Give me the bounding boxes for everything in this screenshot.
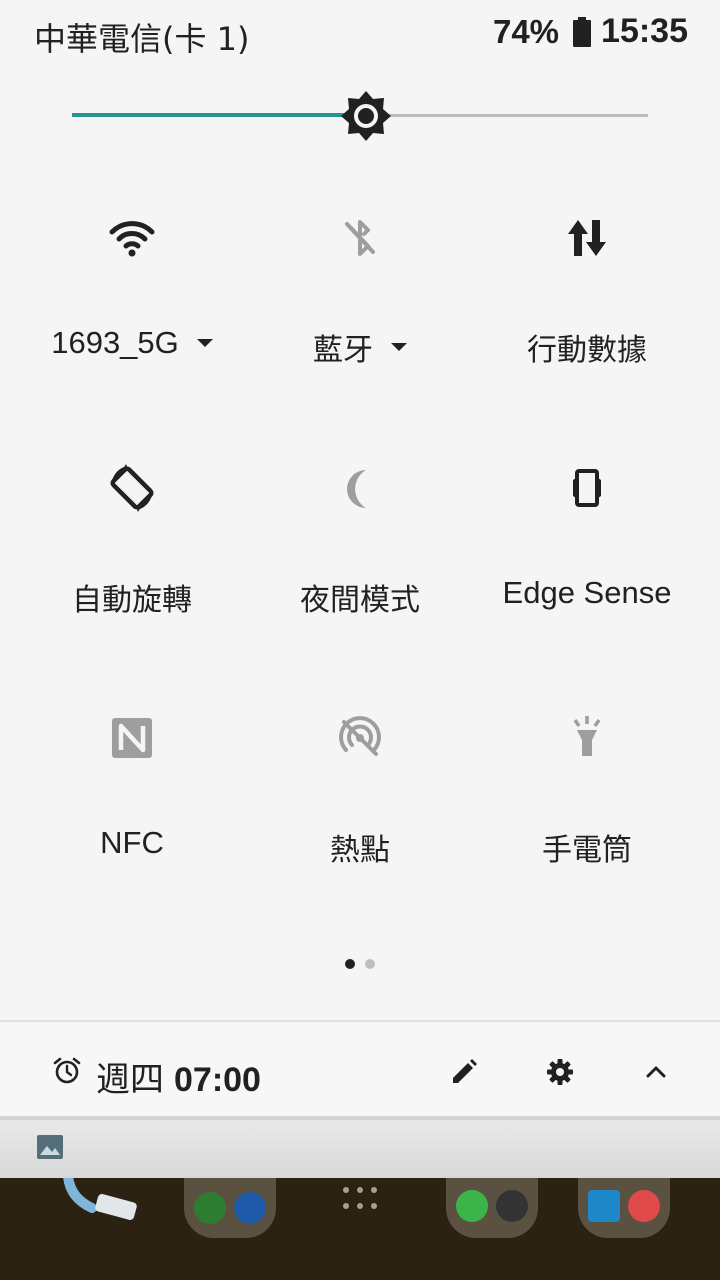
tile-bluetooth-label-row[interactable]: 藍牙 <box>240 325 480 369</box>
status-clock: 15:35 <box>601 12 688 50</box>
tile-label[interactable]: 熱點 <box>330 825 390 869</box>
edit-icon[interactable] <box>442 1050 486 1094</box>
tile-wifi[interactable]: 1693_5G <box>12 190 252 440</box>
app-folder <box>184 1178 276 1238</box>
tile-wifi-label-row[interactable]: 1693_5G <box>12 325 252 361</box>
wifi-icon[interactable] <box>106 212 158 264</box>
carrier-name: 中華電信(卡 1) <box>34 20 250 58</box>
line-app-icon <box>456 1190 488 1222</box>
auto-rotate-icon[interactable] <box>106 462 158 514</box>
bluetooth-off-icon[interactable] <box>334 212 386 264</box>
alarm-clock-icon[interactable] <box>52 1056 82 1086</box>
notification-strip[interactable] <box>0 1120 720 1178</box>
settings-icon[interactable] <box>538 1050 582 1094</box>
tile-mobile-data[interactable]: 行動數據 <box>467 190 707 440</box>
tile-label[interactable]: 藍牙 <box>313 325 373 369</box>
flashlight-icon[interactable] <box>561 712 613 764</box>
camera-app-icon <box>628 1190 660 1222</box>
page-dot-active <box>345 959 355 969</box>
tile-label[interactable]: NFC <box>100 825 164 861</box>
tile-bluetooth[interactable]: 藍牙 <box>240 190 480 440</box>
drive-app-icon <box>194 1192 226 1224</box>
status-bar-right: 74% 15:35 <box>493 12 688 51</box>
page-dot <box>365 959 375 969</box>
mobile-data-icon[interactable] <box>561 212 613 264</box>
alarm-day[interactable]: 週四 <box>96 1060 164 1100</box>
tile-hotspot-label-row[interactable]: 熱點 <box>240 825 480 869</box>
edge-sense-icon[interactable] <box>561 462 613 514</box>
battery-percent: 74% <box>492 12 560 50</box>
tile-nfc[interactable]: NFC <box>12 690 252 940</box>
tile-auto-rotate[interactable]: 自動旋轉 <box>12 440 252 690</box>
app-drawer-icon <box>340 1186 380 1212</box>
tile-label[interactable]: Edge Sense <box>503 575 672 611</box>
tile-edge-sense-label-row[interactable]: Edge Sense <box>467 575 707 611</box>
app-icon <box>588 1190 620 1222</box>
tile-auto-rotate-label-row[interactable]: 自動旋轉 <box>12 575 252 619</box>
homescreen-background <box>0 1178 720 1280</box>
battery-icon <box>573 16 592 47</box>
chevron-down-icon[interactable] <box>391 343 407 351</box>
app-icon <box>496 1190 528 1222</box>
hotspot-off-icon[interactable] <box>334 712 386 764</box>
status-bar: 中華電信(卡 1) 74% 15:35 <box>0 0 720 70</box>
tile-label[interactable]: 自動旋轉 <box>72 575 192 619</box>
night-mode-icon[interactable] <box>334 462 386 514</box>
tile-label[interactable]: 手電筒 <box>542 825 632 869</box>
chevron-down-icon[interactable] <box>196 339 213 347</box>
brightness-slider[interactable] <box>72 90 648 142</box>
app-icon <box>234 1192 266 1224</box>
phone-app-icon <box>62 1178 142 1228</box>
tile-label[interactable]: 1693_5G <box>51 325 179 361</box>
brightness-thumb-icon[interactable] <box>340 90 392 142</box>
tile-label[interactable]: 夜間模式 <box>300 575 420 619</box>
nfc-icon[interactable] <box>106 712 158 764</box>
tile-night-mode[interactable]: 夜間模式 <box>240 440 480 690</box>
tile-night-mode-label-row[interactable]: 夜間模式 <box>240 575 480 619</box>
collapse-icon[interactable] <box>634 1050 678 1094</box>
tile-flashlight-label-row[interactable]: 手電筒 <box>467 825 707 869</box>
next-alarm[interactable]: 週四 07:00 <box>96 1052 261 1101</box>
tile-nfc-label-row[interactable]: NFC <box>12 825 252 861</box>
tile-edge-sense[interactable]: Edge Sense <box>467 440 707 690</box>
image-icon <box>36 1134 64 1160</box>
tile-label[interactable]: 行動數據 <box>527 325 647 369</box>
quick-settings-footer: 週四 07:00 <box>0 1020 720 1118</box>
tile-flashlight[interactable]: 手電筒 <box>467 690 707 940</box>
tile-mobile-data-label-row[interactable]: 行動數據 <box>467 325 707 369</box>
alarm-time[interactable]: 07:00 <box>174 1061 261 1099</box>
page-indicator <box>0 959 720 969</box>
app-folder <box>446 1178 538 1238</box>
app-folder <box>578 1178 670 1238</box>
tile-hotspot[interactable]: 熱點 <box>240 690 480 940</box>
brightness-fill <box>72 113 366 117</box>
